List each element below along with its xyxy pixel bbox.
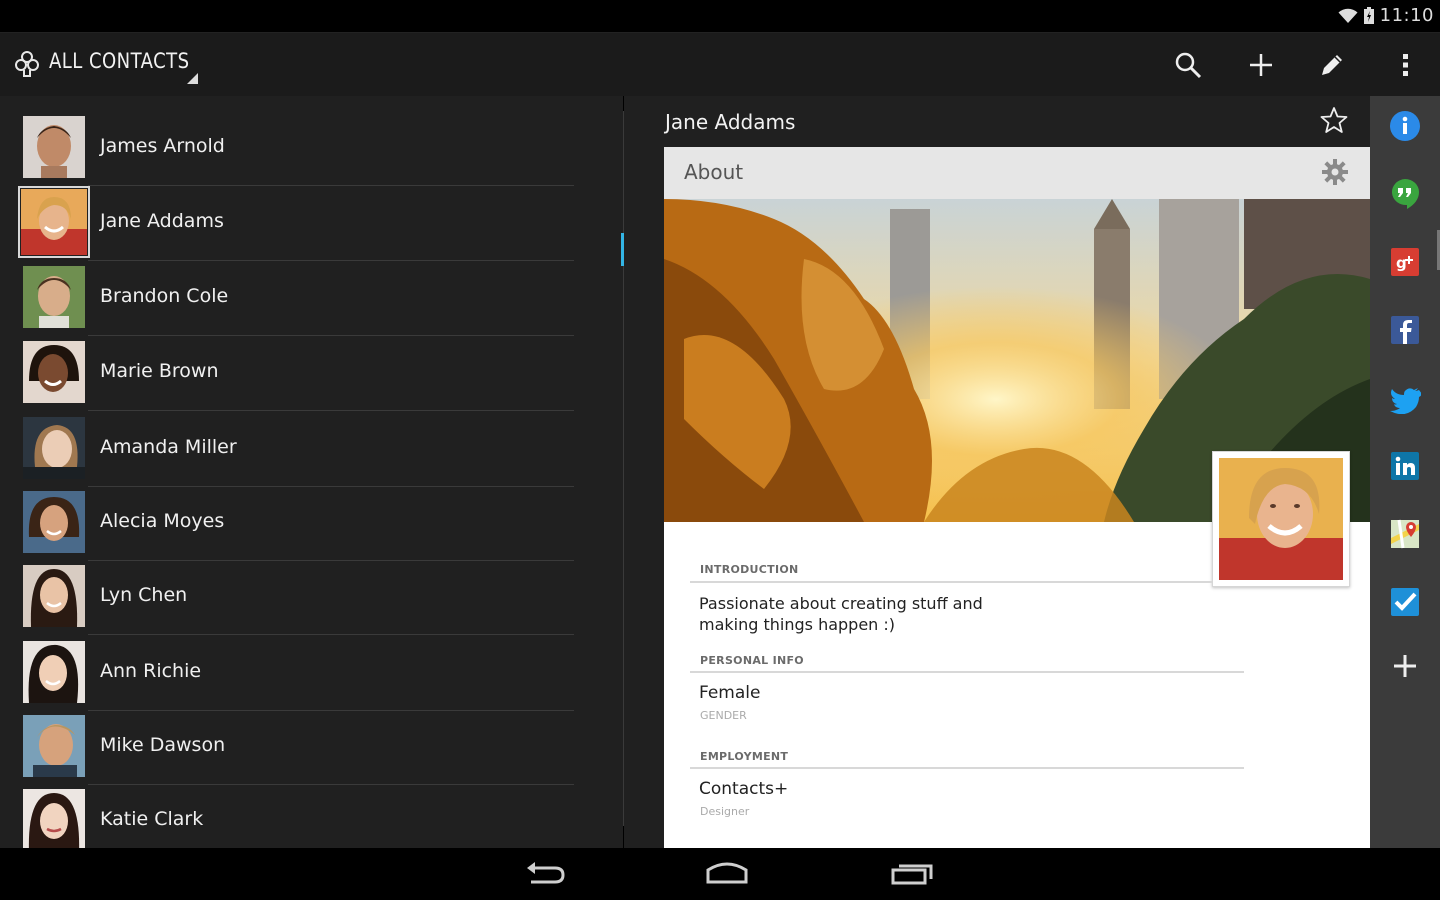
home-icon[interactable] [705, 858, 749, 890]
avatar [23, 491, 85, 553]
integration-rail: g [1370, 96, 1440, 848]
avatar [23, 565, 85, 627]
contact-name: Jane Addams [100, 210, 224, 232]
overflow-menu-icon [1403, 54, 1408, 76]
battery-icon [1363, 7, 1374, 24]
contact-row-ann-richie[interactable]: Ann Richie [0, 636, 574, 711]
search-icon[interactable] [1171, 48, 1205, 82]
contact-row-amanda-miller[interactable]: Amanda Miller [0, 412, 574, 487]
google-plus-icon[interactable]: g [1389, 246, 1421, 278]
contact-name: Brandon Cole [100, 285, 229, 307]
twitter-icon[interactable] [1389, 382, 1421, 414]
avatar [23, 715, 85, 777]
introduction-header: INTRODUCTION [700, 563, 799, 576]
contact-name: Amanda Miller [100, 436, 237, 458]
employer-value: Contacts+ [699, 779, 789, 799]
avatar [23, 341, 85, 403]
contact-row-brandon-cole[interactable]: Brandon Cole [0, 261, 574, 336]
divider [690, 671, 1244, 673]
divider [88, 634, 574, 635]
contact-row-mike-dawson[interactable]: Mike Dawson [0, 710, 574, 785]
gender-value: Female [699, 683, 761, 703]
about-card: About INTRODUCTION Passionate about crea… [664, 147, 1370, 848]
divider [88, 410, 574, 411]
gear-icon[interactable] [1322, 159, 1348, 185]
contact-detail: Jane Addams About INTRODUCTION Passionat… [624, 96, 1370, 848]
contact-name: Alecia Moyes [100, 510, 225, 532]
contact-name: James Arnold [100, 135, 225, 157]
contact-name: Marie Brown [100, 360, 219, 382]
contact-name: Katie Clark [100, 808, 204, 830]
add-integration-icon[interactable] [1389, 650, 1421, 682]
contact-row-james-arnold[interactable]: James Arnold [0, 111, 574, 186]
avatar [23, 266, 85, 328]
employment-header: EMPLOYMENT [700, 750, 789, 763]
dropdown-indicator-icon[interactable] [187, 73, 198, 84]
overflow-menu-button[interactable] [1388, 48, 1422, 82]
gender-label: GENDER [700, 709, 747, 722]
wifi-icon [1338, 8, 1358, 23]
add-contact-button[interactable] [1244, 48, 1278, 82]
profile-photo[interactable] [1212, 451, 1350, 587]
avatar [23, 789, 85, 848]
avatar [23, 641, 85, 703]
app-logo-icon [15, 51, 39, 77]
facebook-icon[interactable] [1389, 314, 1421, 346]
back-icon[interactable] [523, 858, 567, 890]
contact-row-lyn-chen[interactable]: Lyn Chen [0, 560, 574, 635]
maps-icon[interactable] [1389, 518, 1421, 550]
edit-contact-button[interactable] [1315, 48, 1349, 82]
contact-row-alecia-moyes[interactable]: Alecia Moyes [0, 486, 574, 561]
add-icon [1250, 54, 1272, 76]
introduction-text: Passionate about creating stuff and maki… [699, 594, 983, 634]
info-icon[interactable] [1389, 110, 1421, 142]
contact-row-jane-addams[interactable]: Jane Addams [0, 186, 574, 261]
job-title-label: Designer [700, 805, 750, 818]
status-bar: 11:10 [0, 0, 1440, 33]
divider [690, 767, 1244, 769]
action-bar: ALL CONTACTS [0, 33, 1440, 96]
recent-apps-icon[interactable] [890, 858, 934, 890]
hangouts-icon[interactable] [1389, 178, 1421, 210]
tasks-icon[interactable] [1389, 586, 1421, 618]
about-card-header: About [664, 147, 1370, 199]
about-title: About [684, 160, 744, 184]
contact-list[interactable]: James Arnold Jane Addams Brandon Cole Ma… [0, 96, 623, 848]
avatar [23, 417, 85, 479]
contact-row-katie-clark[interactable]: Katie Clark [0, 784, 574, 848]
contact-row-marie-brown[interactable]: Marie Brown [0, 336, 574, 411]
favorite-star-icon[interactable] [1320, 106, 1348, 134]
svg-text:g: g [1396, 254, 1407, 272]
personal-info-header: PERSONAL INFO [700, 654, 804, 667]
linkedin-icon[interactable] [1389, 450, 1421, 482]
avatar [21, 189, 87, 255]
avatar [23, 116, 85, 178]
edit-icon [1322, 55, 1342, 75]
contacts-filter-title[interactable]: ALL CONTACTS [49, 49, 189, 73]
contact-name: Lyn Chen [100, 584, 188, 606]
contact-name: Mike Dawson [100, 734, 226, 756]
clock: 11:10 [1379, 5, 1434, 26]
divider [690, 581, 1212, 583]
detail-contact-name: Jane Addams [665, 110, 796, 134]
contact-name: Ann Richie [100, 660, 202, 682]
navigation-bar [0, 848, 1440, 900]
